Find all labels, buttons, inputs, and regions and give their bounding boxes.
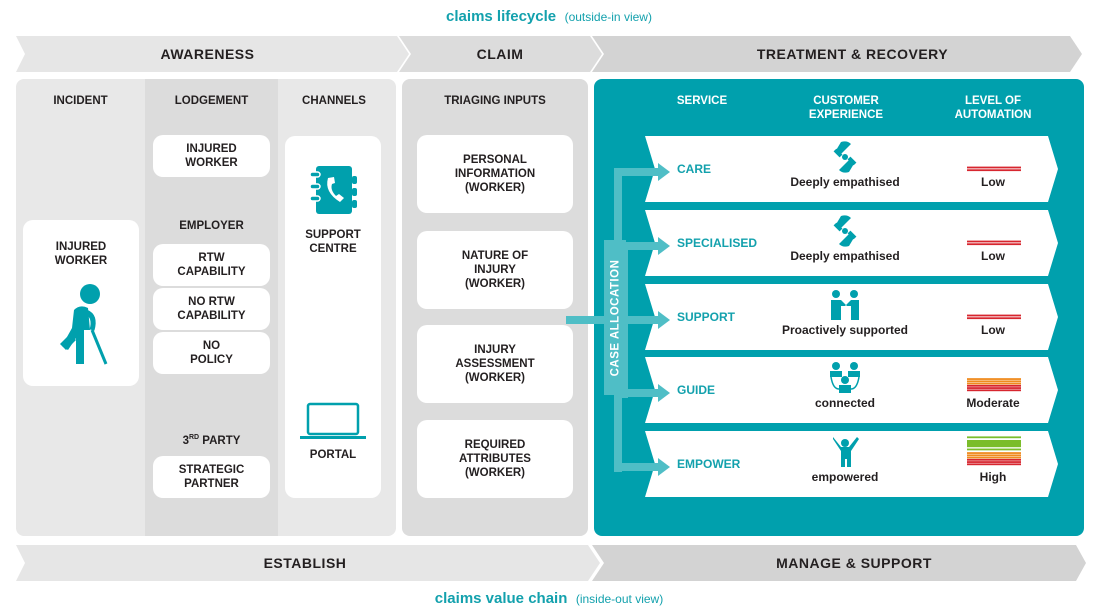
injured-worker-icon: [60, 284, 108, 365]
case-allocation-label-wrap: CASE ALLOCATION: [604, 240, 626, 395]
caring-hands-icon: [833, 141, 857, 173]
automation-label: Moderate: [966, 396, 1020, 410]
lodgement-injured-worker-card: INJURED WORKER: [153, 135, 270, 177]
branch-arrow-shaft-2: [622, 316, 660, 324]
automation-label: Low: [981, 175, 1005, 189]
employer-card-no-rtw-capability: NO RTW CAPABILITY: [153, 288, 270, 330]
connected-people-icon: [830, 362, 860, 393]
automation-level-meter: [967, 436, 1021, 466]
third-party-label: 3RD PARTY: [182, 434, 241, 447]
channel-support-centre-label[interactable]: SUPPORT CENTRE: [285, 228, 381, 256]
value-chain-title: claims value chain: [434, 590, 568, 607]
service-label: CARE: [677, 162, 712, 176]
service-label: EMPOWER: [677, 457, 741, 471]
third-party-card-strategic-partner: STRATEGIC PARTNER: [153, 456, 270, 498]
lifecycle-title: claims lifecycle: [446, 8, 557, 25]
branch-arrow-head-1: [658, 237, 670, 255]
experience-label: empowered: [811, 470, 879, 484]
lodgement-header: LODGEMENT: [174, 95, 249, 107]
employer-label: EMPLOYER: [179, 220, 244, 232]
stage-treatment: TREATMENT & RECOVERY: [756, 46, 949, 62]
laptop-icon[interactable]: [298, 402, 368, 442]
value-chain-subtitle: (inside-out view): [575, 592, 664, 606]
customer-experience-header: CUSTOMER EXPERIENCE: [808, 95, 884, 121]
triaging-inputs-header: TRIAGING INPUTS: [444, 95, 546, 107]
trunk-upper-outer: [614, 168, 622, 248]
incident-label: INJURED WORKER: [54, 241, 108, 267]
trunk-lower-outer: [614, 392, 622, 472]
experience-label: connected: [814, 396, 875, 410]
employer-card-rtw-capability: RTW CAPABILITY: [153, 244, 270, 286]
stage-claim: CLAIM: [476, 46, 524, 62]
automation-level-meter: [967, 378, 1021, 392]
service-row-specialised[interactable]: SPECIALISED Deeply empathised Low: [645, 210, 1060, 276]
branch-arrow-head-2: [658, 311, 670, 329]
triage-card-injury-assessment: INJURY ASSESSMENT (WORKER): [417, 325, 573, 403]
branch-arrow-shaft-4: [614, 463, 660, 471]
service-row-care[interactable]: CARE Deeply empathised Low: [645, 136, 1060, 202]
branch-arrow-shaft-3: [622, 389, 660, 397]
branch-arrow-shaft-0: [614, 168, 660, 176]
service-row-support[interactable]: SUPPORT Proactively supported Low: [645, 284, 1060, 350]
lifecycle-caption: claims lifecycle (outside-in view): [0, 8, 1098, 26]
case-allocation-label: CASE ALLOCATION: [609, 259, 621, 376]
branch-arrow-head-4: [658, 458, 670, 476]
experience-label: Deeply empathised: [790, 249, 900, 263]
service-label: SPECIALISED: [677, 236, 758, 250]
incident-header: INCIDENT: [53, 95, 108, 107]
experience-label: Deeply empathised: [790, 175, 900, 189]
service-label: SUPPORT: [677, 310, 736, 324]
service-header: SERVICE: [676, 95, 728, 107]
channel-portal-label[interactable]: PORTAL: [285, 448, 381, 462]
stage-awareness: AWARENESS: [160, 46, 255, 62]
automation-level-meter: [967, 166, 1021, 172]
automation-label: Low: [981, 249, 1005, 263]
handshake-people-icon: [831, 290, 859, 320]
caring-hands-icon: [833, 215, 857, 247]
automation-level-meter: [967, 314, 1021, 320]
automation-label: High: [979, 470, 1007, 484]
channels-header: CHANNELS: [302, 95, 366, 107]
branch-arrow-head-0: [658, 163, 670, 181]
automation-label: Low: [981, 323, 1005, 337]
stage-manage-support: MANAGE & SUPPORT: [776, 555, 932, 571]
triage-card-required-attributes: REQUIRED ATTRIBUTES (WORKER): [417, 420, 573, 498]
automation-level-meter: [967, 240, 1021, 246]
employer-card-no-policy: NO POLICY: [153, 332, 270, 374]
lifecycle-subtitle: (outside-in view): [564, 10, 652, 24]
triage-card-personal-information: PERSONAL INFORMATION (WORKER): [417, 135, 573, 213]
triage-card-nature-of-injury: NATURE OF INJURY (WORKER): [417, 231, 573, 309]
phone-book-icon[interactable]: [308, 164, 360, 216]
stage-establish: ESTABLISH: [263, 555, 347, 571]
branch-arrow-shaft-1: [622, 242, 660, 250]
service-row-guide[interactable]: GUIDE connected Moderate: [645, 357, 1060, 423]
level-of-automation-header: LEVEL OF AUTOMATION: [954, 95, 1032, 121]
service-row-empower[interactable]: EMPOWER empowered High: [645, 431, 1060, 497]
experience-label: Proactively supported: [781, 323, 909, 337]
branch-arrow-head-3: [658, 384, 670, 402]
value-chain-caption: claims value chain (inside-out view): [0, 590, 1098, 608]
celebrating-person-icon: [833, 437, 859, 467]
service-label: GUIDE: [677, 383, 716, 397]
